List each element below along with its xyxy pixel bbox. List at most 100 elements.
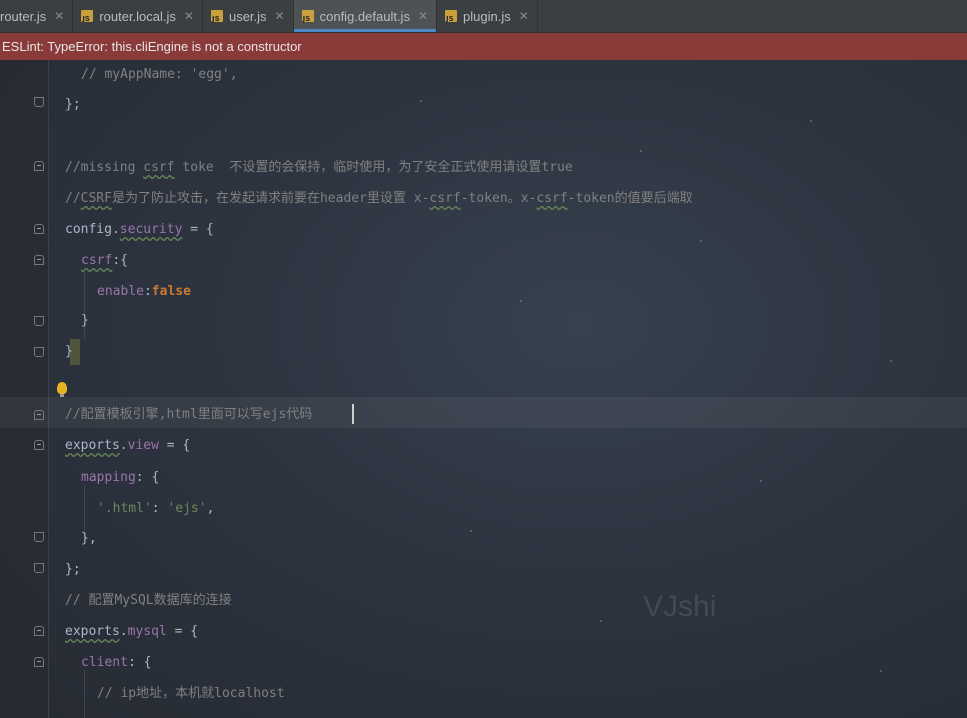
code-token: client: [81, 655, 128, 670]
code-token: csrf: [429, 191, 461, 206]
fold-marker-icon[interactable]: [34, 626, 44, 636]
code-token: csrf: [81, 253, 113, 268]
code-line: client: {: [81, 653, 151, 673]
editor-tab-bar: router.js ✕ router.local.js ✕ user.js ✕ …: [0, 0, 967, 33]
code-line: // myAppName: 'egg',: [81, 67, 238, 82]
background-star: [810, 120, 812, 122]
tab-label: router.local.js: [99, 8, 176, 24]
code-token: mapping: [81, 470, 136, 485]
close-tab-icon[interactable]: ✕: [418, 9, 428, 23]
fold-marker-icon[interactable]: [34, 410, 44, 420]
tab-user-js[interactable]: user.js ✕: [203, 0, 294, 32]
code-line: enable:false: [97, 282, 191, 302]
tab-router-local-js[interactable]: router.local.js ✕: [73, 0, 203, 32]
code-editor[interactable]: VJshi // myAppName: 'egg', }; //missing …: [0, 60, 967, 718]
text-caret: [352, 404, 354, 424]
code-line: exports.view = {: [65, 436, 190, 456]
tab-config-default-js[interactable]: config.default.js ✕: [293, 0, 438, 32]
code-line: config.security = {: [65, 220, 214, 240]
fold-marker-icon[interactable]: [34, 97, 44, 107]
indent-guide: [84, 670, 85, 718]
fold-marker-icon[interactable]: [34, 255, 44, 265]
background-star: [520, 300, 522, 302]
code-token: view: [127, 438, 159, 453]
code-token: config.: [65, 222, 120, 237]
tab-router-js[interactable]: router.js ✕: [0, 0, 74, 32]
gutter-separator: [48, 60, 49, 718]
code-token: mysql: [127, 624, 167, 639]
code-line: // 配置MySQL数据库的连接: [65, 593, 232, 608]
intention-bulb-icon[interactable]: [57, 382, 67, 397]
code-token: csrf: [143, 160, 175, 175]
tab-label: config.default.js: [319, 8, 410, 24]
fold-marker-icon[interactable]: [34, 161, 44, 171]
code-token: enable: [97, 284, 144, 299]
background-star: [470, 530, 472, 532]
code-line: };: [65, 562, 81, 577]
tab-label: plugin.js: [463, 8, 511, 24]
code-token: false: [151, 284, 191, 299]
background-star: [640, 150, 642, 152]
code-token: :: [143, 284, 152, 299]
code-line: exports.mysql = {: [65, 622, 198, 642]
code-line: }: [81, 313, 89, 328]
code-line: };: [65, 97, 81, 112]
code-token: -token的值要后端取: [567, 191, 693, 206]
background-star: [880, 670, 882, 672]
code-line: mapping: {: [81, 468, 159, 488]
fold-marker-icon[interactable]: [34, 224, 44, 234]
js-file-icon: [81, 10, 94, 23]
fold-marker-icon[interactable]: [34, 316, 44, 326]
fold-marker-icon[interactable]: [34, 440, 44, 450]
error-message: ESLint: TypeError: this.cliEngine is not…: [2, 39, 302, 54]
fold-marker-icon[interactable]: [34, 347, 44, 357]
code-token: = {: [182, 222, 214, 237]
code-line: csrf:{: [81, 251, 128, 271]
code-token: :{: [112, 253, 128, 268]
editor-gutter: [0, 60, 48, 718]
code-line: },: [81, 531, 97, 546]
code-token: toke 不设置的会保持，临时使用，为了安全正式使用请设置true: [174, 160, 573, 175]
code-token: '.html': [97, 501, 152, 516]
code-line: '.html': 'ejs',: [97, 499, 214, 519]
code-token: security: [119, 222, 183, 237]
background-star: [890, 360, 892, 362]
code-token: csrf: [536, 191, 568, 206]
close-tab-icon[interactable]: ✕: [184, 9, 194, 23]
code-line: }: [65, 344, 73, 359]
code-token: exports: [65, 624, 120, 639]
background-star: [760, 480, 762, 482]
background-star: [600, 620, 602, 622]
tab-label: user.js: [228, 8, 267, 24]
code-token: //: [65, 191, 81, 206]
code-token: .: [119, 624, 128, 639]
code-token: 'ejs': [167, 501, 207, 516]
js-file-icon: [210, 10, 223, 23]
code-token: : {: [135, 470, 160, 485]
close-tab-icon[interactable]: ✕: [519, 9, 529, 23]
code-line: //配置模板引擎,html里面可以写ejs代码: [65, 407, 313, 422]
code-token: .: [119, 438, 128, 453]
code-line: // ip地址，本机就localhost: [97, 686, 285, 701]
code-token: 是为了防止攻击，在发起请求前要在header里设置 x-: [111, 191, 430, 206]
fold-marker-icon[interactable]: [34, 563, 44, 573]
code-token: = {: [166, 624, 199, 639]
background-star: [420, 100, 422, 102]
code-token: : {: [127, 655, 152, 670]
close-tab-icon[interactable]: ✕: [54, 9, 64, 23]
code-line: //missing csrf toke 不设置的会保持，临时使用，为了安全正式使…: [65, 158, 573, 178]
code-token: = {: [158, 438, 191, 453]
js-file-icon: [301, 10, 314, 23]
fold-marker-icon[interactable]: [34, 657, 44, 667]
tab-plugin-js[interactable]: plugin.js ✕: [437, 0, 538, 32]
close-tab-icon[interactable]: ✕: [275, 9, 285, 23]
code-token: ,: [206, 501, 215, 516]
fold-marker-icon[interactable]: [34, 532, 44, 542]
code-token: //missing: [65, 160, 144, 175]
code-token: exports: [65, 438, 120, 453]
tab-label: router.js: [0, 8, 47, 24]
code-token: CSRF: [80, 191, 112, 206]
js-file-icon: [445, 10, 458, 23]
code-token: :: [151, 501, 168, 516]
eslint-error-banner: ESLint: TypeError: this.cliEngine is not…: [0, 33, 967, 60]
